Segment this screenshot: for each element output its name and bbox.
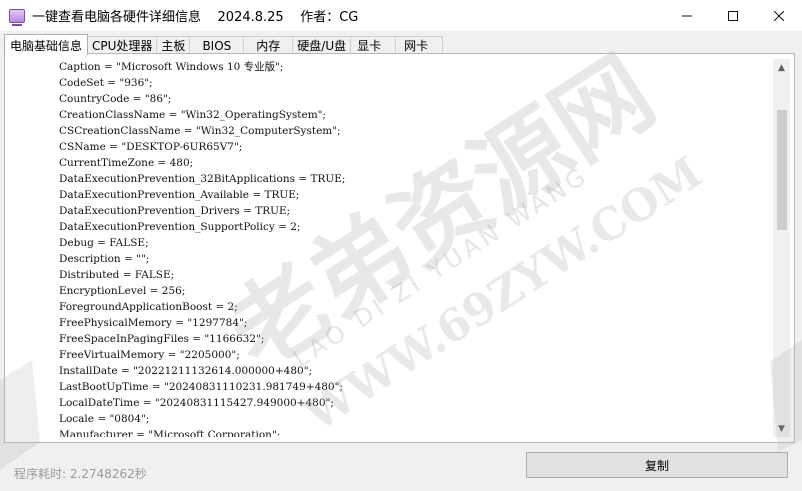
minimize-icon <box>682 15 692 16</box>
info-line: DataExecutionPrevention_SupportPolicy = … <box>59 221 301 233</box>
info-textbox[interactable]: Caption = "Microsoft Windows 10 专业版"; Co… <box>59 59 771 437</box>
info-line: Locale = "0804"; <box>59 413 150 425</box>
info-line: CodeSet = "936"; <box>59 77 153 89</box>
info-line: CSCreationClassName = "Win32_ComputerSys… <box>59 125 341 137</box>
elapsed-time-label: 程序耗时: 2.2748262秒 <box>14 467 147 481</box>
info-line: Debug = FALSE; <box>59 237 149 249</box>
info-line: LastBootUpTime = "20240831110231.981749+… <box>59 381 343 393</box>
tab-basic-info[interactable]: 电脑基础信息 <box>4 34 89 55</box>
minimize-button[interactable] <box>664 0 710 31</box>
info-line: InstallDate = "20221211132614.000000+480… <box>59 365 313 377</box>
scroll-up-icon[interactable]: ▲ <box>773 59 790 76</box>
info-line: CreationClassName = "Win32_OperatingSyst… <box>59 109 327 121</box>
copy-button[interactable]: 复制 <box>526 452 788 478</box>
info-line: DataExecutionPrevention_Drivers = TRUE; <box>59 205 291 217</box>
info-line: Distributed = FALSE; <box>59 269 175 281</box>
info-line: EncryptionLevel = 256; <box>59 285 186 297</box>
info-panel: Caption = "Microsoft Windows 10 专业版"; Co… <box>4 53 795 443</box>
info-line: Manufacturer = "Microsoft Corporation"; <box>59 429 281 437</box>
scrollbar-thumb[interactable] <box>777 110 787 230</box>
title-bar: 一键查看电脑各硬件详细信息 2024.8.25 作者：CG <box>0 0 802 31</box>
info-line: ForegroundApplicationBoost = 2; <box>59 301 238 313</box>
window-controls <box>664 0 802 31</box>
info-line: DataExecutionPrevention_Available = TRUE… <box>59 189 300 201</box>
close-button[interactable] <box>756 0 802 31</box>
vertical-scrollbar[interactable]: ▲ ▼ <box>773 59 790 437</box>
scroll-down-icon[interactable]: ▼ <box>773 420 790 437</box>
tab-gpu[interactable]: 显卡 <box>350 36 397 54</box>
tab-disk[interactable]: 硬盘/U盘 <box>292 36 352 54</box>
info-line: CountryCode = "86"; <box>59 93 172 105</box>
monitor-icon <box>9 8 25 26</box>
close-icon <box>774 10 784 21</box>
tab-bios[interactable]: BIOS <box>189 36 245 54</box>
tab-motherboard[interactable]: 主板 <box>156 36 191 54</box>
info-line: Description = ""; <box>59 253 150 265</box>
maximize-button[interactable] <box>710 0 756 31</box>
info-line: Caption = "Microsoft Windows 10 专业版"; <box>59 61 284 73</box>
info-line: LocalDateTime = "20240831115427.949000+4… <box>59 397 334 409</box>
tab-memory[interactable]: 内存 <box>243 36 294 54</box>
window-title: 一键查看电脑各硬件详细信息 2024.8.25 作者：CG <box>32 10 359 25</box>
info-line: FreeSpaceInPagingFiles = "1166632"; <box>59 333 265 345</box>
info-line: CurrentTimeZone = 480; <box>59 157 194 169</box>
info-line: CSName = "DESKTOP-6UR65V7"; <box>59 141 243 153</box>
tab-cpu[interactable]: CPU处理器 <box>87 36 158 54</box>
info-line: DataExecutionPrevention_32BitApplication… <box>59 173 346 185</box>
info-line: FreePhysicalMemory = "1297784"; <box>59 317 248 329</box>
tab-strip: 电脑基础信息 CPU处理器 主板 BIOS 内存 硬盘/U盘 显卡 网卡 <box>4 34 444 55</box>
maximize-icon <box>728 10 738 21</box>
tab-network[interactable]: 网卡 <box>395 36 444 54</box>
info-line: FreeVirtualMemory = "2205000"; <box>59 349 240 361</box>
